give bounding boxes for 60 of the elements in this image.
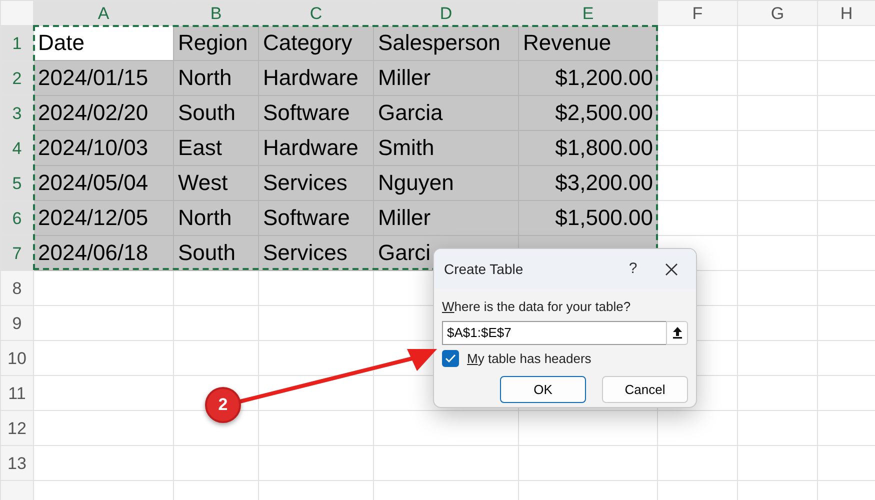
table-cell: 2024/10/03	[34, 130, 174, 166]
row-header[interactable]: 3	[0, 96, 34, 130]
table-cell: 2024/05/04	[34, 166, 174, 200]
row-header[interactable]: 9	[0, 306, 34, 340]
table-cell: Miller	[374, 200, 518, 236]
row-header[interactable]: 10	[0, 340, 34, 376]
table-cell: Software	[258, 96, 374, 130]
table-cell: Garcia	[374, 96, 518, 130]
table-cell: 2024/01/15	[34, 60, 174, 96]
step-badge: 2	[205, 387, 241, 423]
row-header[interactable]: 5	[0, 166, 34, 200]
table-cell: North	[174, 60, 258, 96]
column-header[interactable]: C	[258, 0, 374, 26]
table-cell: 2024/06/18	[34, 236, 174, 270]
row-header[interactable]: 11	[0, 376, 34, 410]
table-cell: Smith	[374, 130, 518, 166]
table-cell: Software	[258, 200, 374, 236]
row-header[interactable]: 2	[0, 60, 34, 96]
help-button[interactable]: ?	[618, 258, 648, 280]
table-cell: Services	[258, 166, 374, 200]
table-cell: Category	[258, 26, 374, 60]
row-header[interactable]: 4	[0, 130, 34, 166]
column-header[interactable]: F	[658, 0, 738, 26]
column-header[interactable]: H	[818, 0, 875, 26]
table-cell: East	[174, 130, 258, 166]
table-cell: Hardware	[258, 60, 374, 96]
dialog-button[interactable]: OK	[500, 376, 586, 403]
range-field[interactable]: $A$1:$E$7	[442, 320, 666, 344]
column-header[interactable]: A	[34, 0, 174, 26]
table-cell: Revenue	[518, 26, 658, 60]
table-cell: South	[174, 236, 258, 270]
column-header[interactable]: E	[518, 0, 658, 26]
table-cell: $1,800.00	[518, 130, 658, 166]
table-cell: Hardware	[258, 130, 374, 166]
table-cell: $1,200.00	[518, 60, 658, 96]
table-cell: Miller	[374, 60, 518, 96]
row-header[interactable]: 12	[0, 410, 34, 446]
dialog-button[interactable]: Cancel	[602, 376, 688, 403]
row-header[interactable]: 8	[0, 270, 34, 306]
table-cell: $3,200.00	[518, 166, 658, 200]
table-cell: 2024/12/05	[34, 200, 174, 236]
row-header[interactable]: 1	[0, 26, 34, 60]
column-header[interactable]: B	[174, 0, 258, 26]
table-cell: South	[174, 96, 258, 130]
table-cell: Services	[258, 236, 374, 270]
row-header[interactable]: 7	[0, 236, 34, 270]
table-cell: $2,500.00	[518, 96, 658, 130]
table-cell: $1,500.00	[518, 200, 658, 236]
row-header[interactable]: 13	[0, 446, 34, 480]
table-cell: Region	[174, 26, 258, 60]
table-cell: West	[174, 166, 258, 200]
field-label: Where is the data for your table?	[442, 298, 632, 316]
row-header[interactable]: 6	[0, 200, 34, 236]
column-header[interactable]: G	[738, 0, 818, 26]
table-cell: Nguyen	[374, 166, 518, 200]
column-header[interactable]: D	[374, 0, 518, 26]
table-cell: 2024/02/20	[34, 96, 174, 130]
checkbox-label[interactable]: My table has headers	[467, 348, 592, 368]
table-cell: Salesperson	[374, 26, 518, 60]
table-cell: North	[174, 200, 258, 236]
